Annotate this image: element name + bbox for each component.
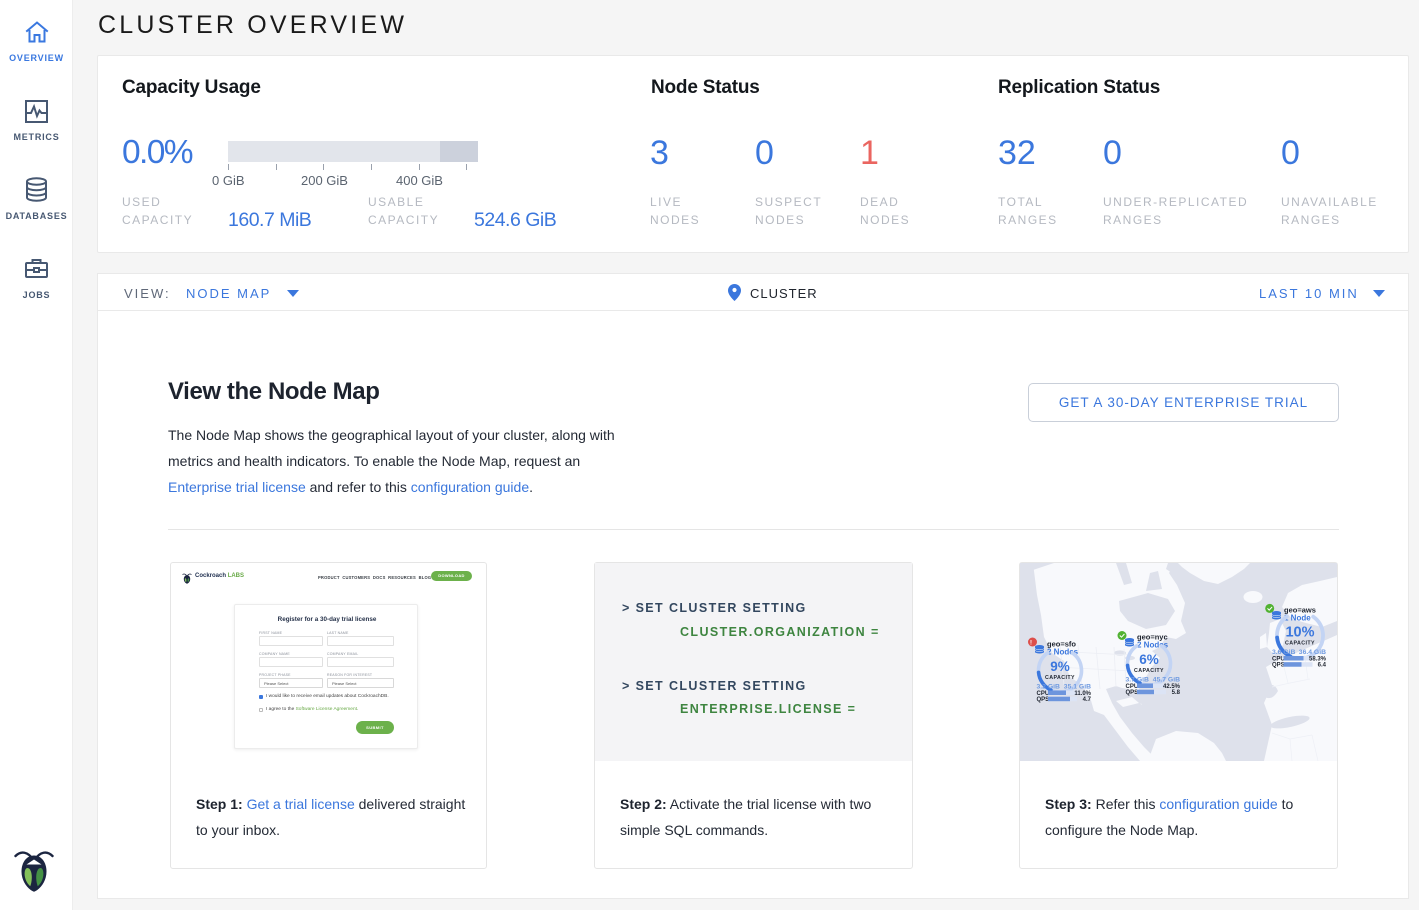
svg-text:CAPACITY: CAPACITY <box>1285 641 1315 647</box>
svg-text:QPS: QPS <box>1272 663 1285 669</box>
svg-text:6%: 6% <box>1139 652 1159 667</box>
svg-text:58.3%: 58.3% <box>1309 656 1327 662</box>
svg-text:10%: 10% <box>1285 625 1314 641</box>
svg-text:5.8: 5.8 <box>1172 690 1181 696</box>
svg-text:3.2 GiB: 3.2 GiB <box>1037 684 1061 691</box>
svg-text:6.4: 6.4 <box>1318 663 1327 669</box>
svg-text:QPS: QPS <box>1037 697 1050 703</box>
svg-text:36.4 GiB: 36.4 GiB <box>1299 649 1326 656</box>
svg-text:CAPACITY: CAPACITY <box>1045 675 1075 681</box>
svg-text:CPU: CPU <box>1037 691 1050 697</box>
svg-text:9%: 9% <box>1050 659 1070 674</box>
svg-text:42.5%: 42.5% <box>1163 684 1181 690</box>
svg-text:35.1 GiB: 35.1 GiB <box>1064 684 1091 691</box>
svg-text:CPU: CPU <box>1126 684 1139 690</box>
svg-text:QPS: QPS <box>1126 690 1139 696</box>
svg-text:11.0%: 11.0% <box>1074 691 1091 697</box>
svg-text:3.7 GiB: 3.7 GiB <box>1126 677 1150 684</box>
svg-text:!: ! <box>1030 641 1032 647</box>
svg-text:CAPACITY: CAPACITY <box>1134 668 1164 674</box>
svg-text:45.7 GiB: 45.7 GiB <box>1153 677 1180 684</box>
svg-text:3.6 GiB: 3.6 GiB <box>1272 649 1296 656</box>
svg-text:CPU: CPU <box>1272 656 1285 662</box>
svg-text:4.7: 4.7 <box>1083 697 1092 703</box>
